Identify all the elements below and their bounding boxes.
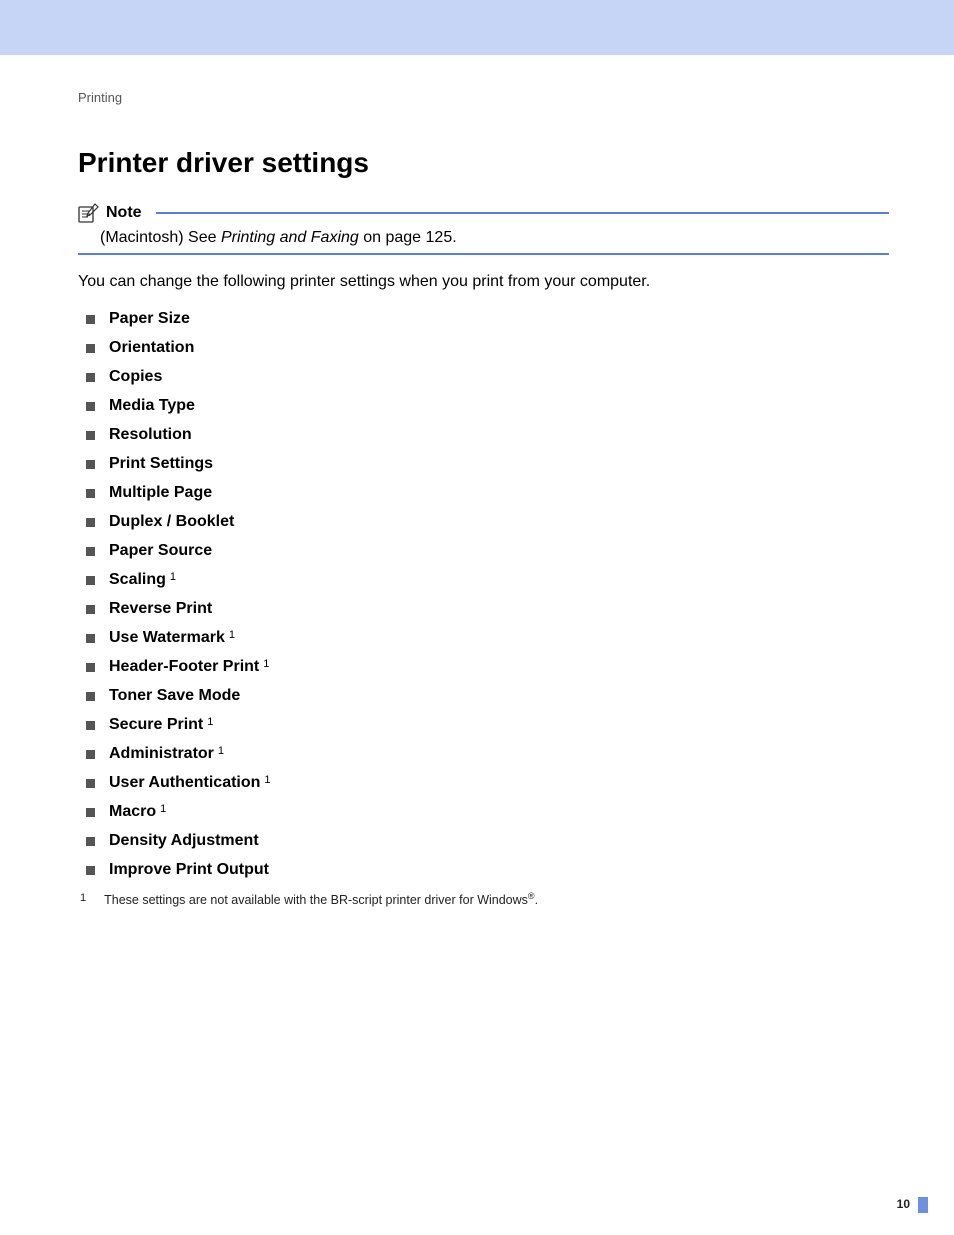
bullet-square-icon [86, 605, 95, 614]
footnote-text-suffix: . [535, 893, 538, 907]
list-item: Resolution [86, 421, 889, 450]
list-item-label: Orientation [109, 339, 194, 357]
list-item: Orientation [86, 334, 889, 363]
list-item-label: Administrator [109, 745, 214, 763]
list-item-label: Use Watermark [109, 629, 225, 647]
list-item: Multiple Page [86, 479, 889, 508]
list-item-label: Density Adjustment [109, 832, 259, 850]
list-item-label: Print Settings [109, 455, 213, 473]
list-item-label: Header-Footer Print [109, 658, 259, 676]
bullet-square-icon [86, 373, 95, 382]
list-item: Use Watermark 1 [86, 624, 889, 653]
bullet-square-icon [86, 576, 95, 585]
list-item: Secure Print 1 [86, 711, 889, 740]
bullet-square-icon [86, 402, 95, 411]
bullet-square-icon [86, 866, 95, 875]
bullet-square-icon [86, 460, 95, 469]
list-item: Header-Footer Print 1 [86, 653, 889, 682]
note-block: Note (Macintosh) See Printing and Faxing… [78, 203, 889, 255]
list-item-label: Macro [109, 803, 156, 821]
bullet-square-icon [86, 721, 95, 730]
intro-text: You can change the following printer set… [78, 273, 889, 291]
list-item: Paper Size [86, 305, 889, 334]
list-item: Reverse Print [86, 595, 889, 624]
list-item: Copies [86, 363, 889, 392]
footnote-ref: 1 [170, 571, 176, 583]
list-item: Density Adjustment [86, 827, 889, 856]
page-title: Printer driver settings [78, 147, 889, 179]
registered-mark: ® [528, 891, 535, 901]
bullet-square-icon [86, 547, 95, 556]
footnote-ref: 1 [207, 716, 213, 728]
bullet-square-icon [86, 750, 95, 759]
list-item: Macro 1 [86, 798, 889, 827]
list-item-label: Toner Save Mode [109, 687, 240, 705]
list-item-label: User Authentication [109, 774, 260, 792]
note-body-prefix: (Macintosh) See [100, 229, 221, 246]
list-item-label: Duplex / Booklet [109, 513, 234, 531]
top-band [0, 0, 954, 55]
footnote: 1 These settings are not available with … [78, 891, 889, 907]
list-item: User Authentication 1 [86, 769, 889, 798]
footnote-ref: 1 [263, 658, 269, 670]
bullet-square-icon [86, 808, 95, 817]
list-item-label: Paper Size [109, 310, 190, 328]
list-item-label: Reverse Print [109, 600, 212, 618]
bullet-square-icon [86, 315, 95, 324]
note-rule-top [156, 212, 889, 214]
bullet-square-icon [86, 837, 95, 846]
page-number: 10 [897, 1197, 910, 1211]
note-rule-bottom [78, 253, 889, 255]
list-item: Media Type [86, 392, 889, 421]
bullet-square-icon [86, 431, 95, 440]
list-item-label: Scaling [109, 571, 166, 589]
footnote-text-prefix: These settings are not available with th… [104, 893, 528, 907]
bullet-square-icon [86, 663, 95, 672]
page-number-bar [918, 1197, 928, 1213]
list-item: Print Settings [86, 450, 889, 479]
bullet-square-icon [86, 692, 95, 701]
list-item: Scaling 1 [86, 566, 889, 595]
list-item-label: Multiple Page [109, 484, 212, 502]
list-item-label: Improve Print Output [109, 861, 269, 879]
footnote-ref: 1 [160, 803, 166, 815]
list-item-label: Copies [109, 368, 162, 386]
bullet-square-icon [86, 779, 95, 788]
list-item: Toner Save Mode [86, 682, 889, 711]
breadcrumb: Printing [78, 90, 889, 105]
list-item-label: Paper Source [109, 542, 212, 560]
bullet-square-icon [86, 634, 95, 643]
list-item-label: Secure Print [109, 716, 203, 734]
bullet-square-icon [86, 489, 95, 498]
note-body: (Macintosh) See Printing and Faxing on p… [78, 223, 889, 253]
list-item-label: Resolution [109, 426, 192, 444]
settings-list: Paper Size Orientation Copies Media Type Res… [78, 305, 889, 885]
bullet-square-icon [86, 344, 95, 353]
footnote-ref: 1 [218, 745, 224, 757]
footnote-ref: 1 [229, 629, 235, 641]
list-item: Duplex / Booklet [86, 508, 889, 537]
bullet-square-icon [86, 518, 95, 527]
footnote-text: These settings are not available with th… [104, 891, 538, 907]
note-body-emph: Printing and Faxing [221, 229, 359, 246]
footnote-number: 1 [80, 891, 86, 907]
list-item: Paper Source [86, 537, 889, 566]
list-item-label: Media Type [109, 397, 195, 415]
note-label: Note [106, 204, 142, 222]
note-pencil-icon [78, 203, 100, 223]
list-item: Improve Print Output [86, 856, 889, 885]
list-item: Administrator 1 [86, 740, 889, 769]
note-body-suffix: on page 125. [359, 229, 457, 246]
footnote-ref: 1 [264, 774, 270, 786]
